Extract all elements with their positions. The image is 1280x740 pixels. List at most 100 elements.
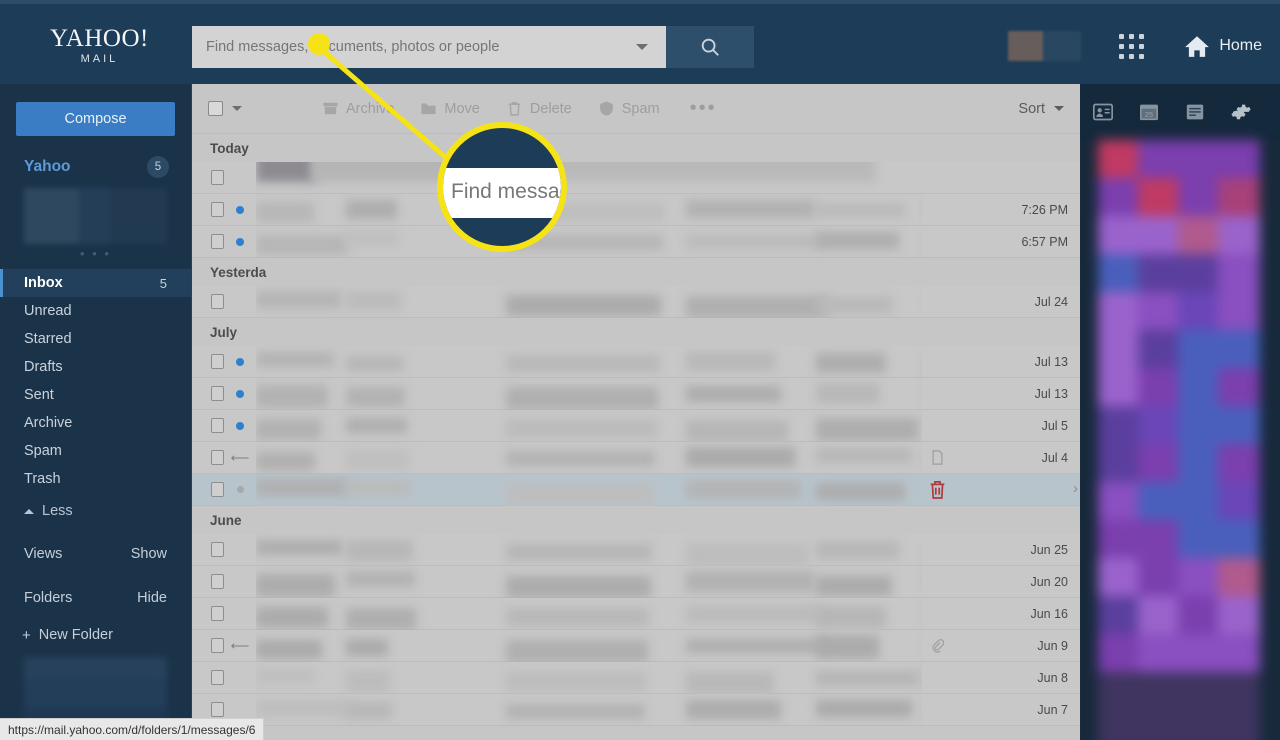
- sidebar-less-toggle[interactable]: Less: [0, 497, 191, 525]
- ad-pixel: [1098, 634, 1140, 674]
- message-row[interactable]: Jul 13: [192, 378, 1080, 410]
- sidebar-item-drafts[interactable]: Drafts: [0, 353, 191, 381]
- ad-pixel: [1218, 672, 1260, 712]
- sort-dropdown[interactable]: Sort: [1018, 101, 1064, 117]
- message-row[interactable]: Jun 7: [192, 694, 1080, 726]
- message-row[interactable]: ⟵ Jul 4: [192, 442, 1080, 474]
- delete-label: Delete: [529, 100, 572, 117]
- message-sender-and-subject-blurred: [256, 534, 922, 566]
- ad-pixel: [1098, 292, 1140, 332]
- move-label: Move: [444, 100, 480, 117]
- message-select-checkbox[interactable]: [211, 354, 224, 369]
- message-select-checkbox[interactable]: [211, 418, 224, 433]
- unread-dot-icon[interactable]: [236, 421, 244, 430]
- message-row[interactable]: Jun 20: [192, 566, 1080, 598]
- home-label: Home: [1219, 37, 1262, 54]
- settings-gear-icon[interactable]: [1218, 101, 1264, 123]
- account-row[interactable]: Yahoo 5: [0, 136, 191, 178]
- advertisement-panel[interactable]: [1098, 140, 1260, 740]
- message-select-checkbox[interactable]: [211, 542, 224, 557]
- chevron-down-icon[interactable]: [636, 44, 648, 50]
- svg-text:25: 25: [1145, 110, 1153, 119]
- rail-app-icons: 25: [1080, 84, 1280, 140]
- row-delete-icon[interactable]: [922, 480, 952, 499]
- message-select-checkbox[interactable]: [211, 170, 224, 185]
- unread-dot-icon[interactable]: [236, 237, 244, 246]
- home-link[interactable]: Home: [1184, 34, 1262, 58]
- read-dot-icon[interactable]: [236, 486, 244, 493]
- unread-dot-icon[interactable]: [236, 389, 244, 398]
- more-actions-button[interactable]: •••: [690, 97, 717, 120]
- select-all-chevron-down-icon[interactable]: [232, 106, 242, 111]
- spam-button[interactable]: Spam: [598, 100, 660, 117]
- message-row[interactable]: 7:26 PM: [192, 194, 1080, 226]
- message-select-checkbox[interactable]: [211, 386, 224, 401]
- message-row[interactable]: Jul 24: [192, 286, 1080, 318]
- message-row[interactable]: ⟵ Jun 9: [192, 630, 1080, 662]
- ad-pixel: [1178, 558, 1220, 598]
- new-folder-button[interactable]: + New Folder: [0, 621, 191, 649]
- message-group-header: Yesterda: [192, 258, 1080, 286]
- sidebar-item-starred[interactable]: Starred: [0, 325, 191, 353]
- chevron-right-icon[interactable]: ›: [1073, 480, 1078, 497]
- message-row[interactable]: [192, 161, 1080, 194]
- message-select-checkbox[interactable]: [211, 450, 224, 465]
- message-select-checkbox[interactable]: [211, 574, 224, 589]
- calendar-icon[interactable]: 25: [1126, 103, 1172, 121]
- message-select-checkbox[interactable]: [211, 294, 224, 309]
- message-select-checkbox[interactable]: [211, 638, 224, 653]
- message-select-checkbox[interactable]: [211, 670, 224, 685]
- ad-pixel: [1218, 368, 1260, 408]
- message-select-checkbox[interactable]: [211, 482, 224, 497]
- views-row[interactable]: Views Show: [0, 539, 191, 569]
- message-select-checkbox[interactable]: [211, 702, 224, 717]
- notepad-icon[interactable]: [1172, 103, 1218, 121]
- folders-hide-action[interactable]: Hide: [137, 590, 167, 606]
- sidebar-item-archive[interactable]: Archive: [0, 409, 191, 437]
- select-all-checkbox[interactable]: [208, 101, 223, 116]
- message-row[interactable]: Jun 25: [192, 534, 1080, 566]
- views-show-action[interactable]: Show: [131, 546, 167, 562]
- message-select-checkbox[interactable]: [211, 606, 224, 621]
- account-expand-dots[interactable]: • • •: [0, 246, 191, 261]
- contacts-icon[interactable]: [1080, 103, 1126, 121]
- sidebar-item-spam[interactable]: Spam: [0, 437, 191, 465]
- message-row[interactable]: [192, 474, 1080, 506]
- move-button[interactable]: Move: [420, 100, 480, 117]
- ad-pixel: [1098, 330, 1140, 370]
- unread-dot-icon[interactable]: [236, 205, 244, 214]
- message-row[interactable]: 6:57 PM: [192, 226, 1080, 258]
- sidebar-item-sent[interactable]: Sent: [0, 381, 191, 409]
- sidebar-item-trash[interactable]: Trash: [0, 465, 191, 493]
- unread-dot-icon[interactable]: [236, 357, 244, 366]
- message-row[interactable]: Jun 8: [192, 662, 1080, 694]
- ad-pixel: [1218, 558, 1260, 598]
- document-attachment-icon: [922, 450, 952, 465]
- logo-product-name: MAIL: [80, 53, 119, 65]
- yahoo-mail-logo[interactable]: YAHOO! MAIL: [50, 26, 149, 65]
- folders-row[interactable]: Folders Hide: [0, 583, 191, 613]
- replied-indicator: ⟵: [224, 638, 256, 654]
- message-row[interactable]: Jul 13: [192, 346, 1080, 378]
- ad-pixel: [1218, 634, 1260, 674]
- ad-pixel: [1098, 216, 1140, 256]
- magnifier-text: Find messag: [451, 180, 567, 203]
- sidebar-item-unread[interactable]: Unread: [0, 297, 191, 325]
- sidebar-item-inbox[interactable]: Inbox 5: [0, 269, 191, 297]
- search-button[interactable]: [666, 26, 754, 68]
- user-account-chip[interactable]: [1008, 31, 1082, 61]
- apps-grid-icon[interactable]: [1119, 33, 1145, 59]
- message-select-checkbox[interactable]: [211, 234, 224, 249]
- search-input[interactable]: Find messages, documents, photos or peop…: [192, 26, 666, 68]
- ad-pixel: [1178, 710, 1220, 740]
- sidebar-item-count: 5: [159, 275, 167, 291]
- ad-pixel: [1178, 672, 1220, 712]
- sidebar: Compose Yahoo 5 • • • Inbox 5 Unread Starre…: [0, 84, 192, 740]
- compose-button[interactable]: Compose: [16, 102, 175, 136]
- delete-button[interactable]: Delete: [506, 100, 572, 117]
- message-row[interactable]: Jun 16: [192, 598, 1080, 630]
- message-date: Jun 8: [1037, 670, 1068, 685]
- message-date: Jul 5: [1041, 418, 1068, 433]
- message-select-checkbox[interactable]: [211, 202, 224, 217]
- message-row[interactable]: Jul 5: [192, 410, 1080, 442]
